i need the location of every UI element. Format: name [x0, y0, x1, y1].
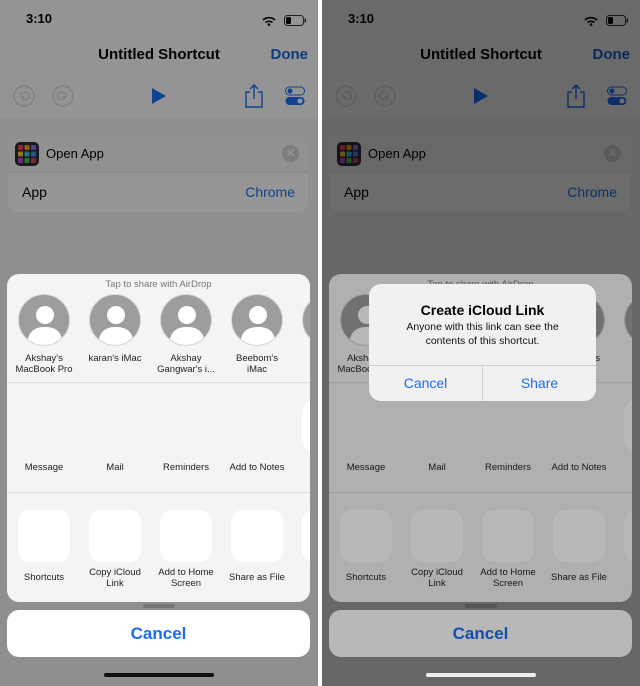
divider — [7, 382, 310, 383]
action-label: Copy iCloud — [89, 567, 141, 578]
airdrop-target-name: Akshay — [170, 353, 202, 364]
divider — [7, 492, 310, 493]
app-label: Reminders — [163, 462, 209, 473]
create-icloud-link-alert: Create iCloud Link Anyone with this link … — [369, 284, 596, 401]
airdrop-target-name: Ma — [293, 353, 310, 364]
home-indicator[interactable] — [426, 673, 536, 677]
share-as-file-icon[interactable] — [231, 510, 283, 562]
alert-message: Anyone with this link can see the — [406, 321, 559, 333]
airdrop-avatar[interactable] — [302, 294, 310, 346]
airdrop-avatar[interactable] — [160, 294, 212, 346]
action-label: Link — [106, 578, 124, 589]
airdrop-target-name: iMac — [246, 364, 268, 375]
app-label: Mail — [106, 462, 124, 473]
sheet-grabber[interactable] — [143, 604, 175, 608]
airdrop-avatar[interactable] — [89, 294, 141, 346]
alert-share-button[interactable]: Share — [483, 366, 596, 401]
airdrop-target-name: Akshay's — [25, 353, 63, 364]
airdrop-avatar[interactable] — [18, 294, 70, 346]
mail-app-icon[interactable] — [89, 400, 141, 452]
reminders-app-icon[interactable] — [160, 400, 212, 452]
action-label: Screen — [170, 578, 202, 589]
phone-screen-share-sheet: 3:10 Untitled Shortcut Done Open App ✕ App Chr… — [0, 0, 318, 686]
phone-screen-alert: 3:10 Untitled Shortcut Done Open App ✕ App Chr… — [322, 0, 640, 686]
airdrop-hint: Tap to share with AirDrop — [105, 279, 212, 290]
notes-app-icon[interactable] — [231, 400, 283, 452]
app-label: Message — [24, 462, 64, 473]
airdrop-target-name: karan's iMac — [88, 353, 142, 364]
alert-message: contents of this shortcut. — [425, 335, 540, 347]
action-label: D — [293, 572, 310, 583]
cancel-button[interactable]: Cancel — [7, 610, 310, 657]
copy-icloud-link-icon[interactable] — [89, 510, 141, 562]
share-sheet: Tap to share with AirDrop Akshay'sMacBook… — [7, 274, 310, 602]
message-app-icon[interactable] — [18, 400, 70, 452]
home-indicator[interactable] — [104, 673, 214, 677]
alert-cancel-button[interactable]: Cancel — [369, 366, 482, 401]
more-app-icon[interactable] — [302, 400, 310, 452]
airdrop-avatar[interactable] — [231, 294, 283, 346]
more-action-icon[interactable] — [302, 510, 310, 562]
airdrop-target-name: MacBook Pro — [15, 364, 73, 375]
action-label: Add to Home — [158, 567, 214, 578]
action-label: Shortcuts — [23, 572, 65, 583]
app-label: Add to Notes — [229, 462, 285, 473]
shortcuts-icon[interactable] — [18, 510, 70, 562]
action-label: Share as File — [229, 572, 285, 583]
airdrop-target-name: Beebom's — [236, 353, 278, 364]
add-to-home-screen-icon[interactable] — [160, 510, 212, 562]
alert-title: Create iCloud Link — [420, 302, 545, 318]
airdrop-target-name: Gangwar's i... — [157, 364, 215, 375]
